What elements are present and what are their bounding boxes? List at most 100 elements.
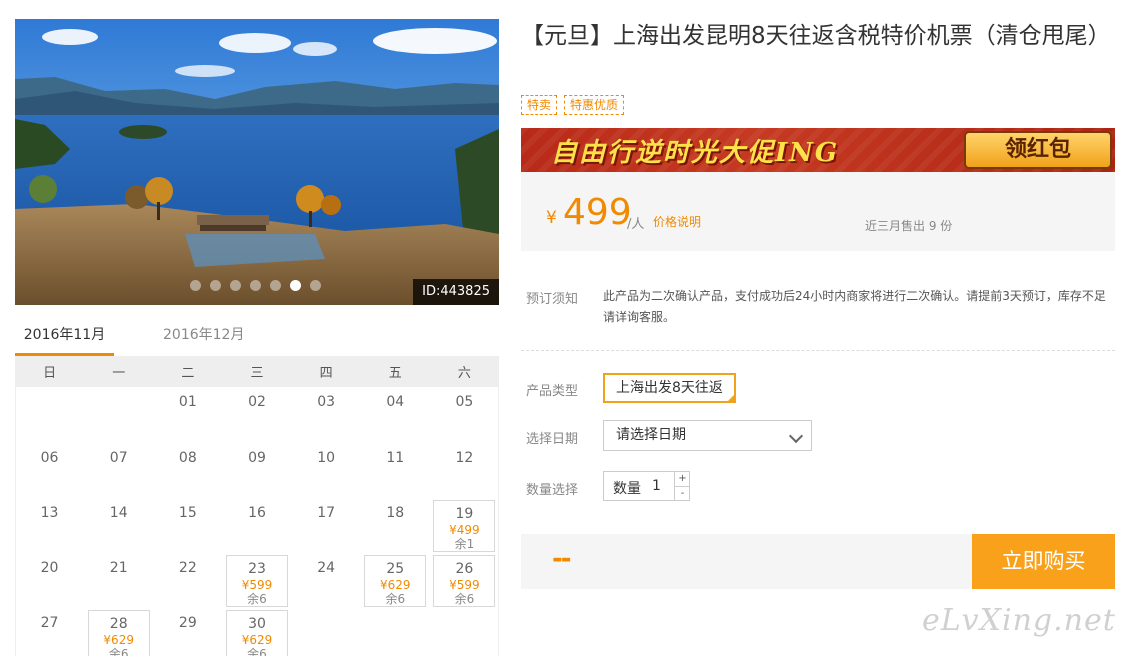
calendar-grid: 日一二三四五六 01 02 03 04 05 06 07 08 09 10 11 12 13 14 15 16… <box>15 356 499 656</box>
calendar-day: 07 <box>84 442 153 497</box>
carousel-dot[interactable] <box>230 280 241 291</box>
calendar-day-number: 15 <box>178 504 197 521</box>
chevron-down-icon <box>788 428 804 444</box>
product-type-option[interactable]: 上海出发8天往返 <box>603 373 736 403</box>
calendar-week-row: 13 14 15 16 17 18 19 ¥499 余1 <box>15 497 499 552</box>
calendar-day-number: 05 <box>455 394 474 410</box>
weekday-header: 一 <box>84 356 154 387</box>
calendar-day-number: 24 <box>317 559 336 576</box>
carousel-dot[interactable] <box>290 280 301 291</box>
quantity-value[interactable]: 1 <box>652 478 661 494</box>
calendar-day-number: 09 <box>248 449 266 466</box>
calendar-day-stock: 余1 <box>454 536 475 551</box>
photo-id-label: ID:443825 <box>413 279 499 305</box>
currency-symbol: ¥ <box>546 208 557 228</box>
calendar-day-number: 14 <box>109 504 128 521</box>
carousel-dot[interactable] <box>190 280 201 291</box>
weekday-header: 六 <box>429 356 499 387</box>
carousel-dot[interactable] <box>310 280 321 291</box>
quantity-decrease-button[interactable]: - <box>674 486 690 500</box>
calendar-day-number: 26 <box>455 560 474 577</box>
calendar-day: 27 <box>15 607 84 656</box>
calendar-day: 29 <box>153 607 222 656</box>
product-title: 【元旦】上海出发昆明8天往返含税特价机票（清仓甩尾） <box>521 23 1111 49</box>
lake-photo <box>15 19 499 305</box>
calendar-empty-cell <box>430 607 499 656</box>
selected-check-icon <box>725 393 736 403</box>
calendar-day-price: ¥629 <box>379 577 411 592</box>
buy-now-button[interactable]: 立即购买 <box>972 534 1115 589</box>
calendar-day: 16 <box>222 497 291 552</box>
calendar-day: 13 <box>15 497 84 552</box>
calendar-day: 12 <box>430 442 499 497</box>
calendar-day: 02 <box>222 387 291 442</box>
weekday-header: 三 <box>222 356 292 387</box>
carousel-dot[interactable] <box>270 280 281 291</box>
calendar-day-available[interactable]: 25 ¥629 余6 <box>361 552 430 607</box>
price-value: 499 <box>563 192 632 233</box>
calendar-day-number: 27 <box>40 614 59 631</box>
calendar-day: 10 <box>292 442 361 497</box>
product-photo-carousel[interactable]: ID:443825 <box>15 19 499 305</box>
calendar-day-available[interactable]: 23 ¥599 余6 <box>222 552 291 607</box>
calendar-day-price: ¥499 <box>449 522 480 537</box>
calendar-day: 15 <box>153 497 222 552</box>
calendar-day-number: 01 <box>178 394 197 410</box>
calendar-day-number: 29 <box>178 614 197 631</box>
calendar-week-row: 20 21 22 23 ¥599 余6 24 25 ¥629 余6 26 ¥599 余6 <box>15 552 499 607</box>
calendar-day-number: 22 <box>178 559 197 576</box>
weekday-header: 五 <box>360 356 430 387</box>
calendar-day-number: 19 <box>455 505 474 522</box>
calendar-day-number: 10 <box>317 449 336 466</box>
calendar-day-available[interactable]: 30 ¥629 余6 <box>222 607 291 656</box>
calendar-day-number: 20 <box>40 559 59 576</box>
calendar-month-tabs: 2016年11月 2016年12月 <box>15 320 499 356</box>
weekday-header: 日 <box>15 356 85 387</box>
calendar-day: 18 <box>361 497 430 552</box>
section-divider <box>521 350 1115 351</box>
tab-month-nov[interactable]: 2016年11月 <box>15 320 114 356</box>
promo-banner-text: 自由行逆时光大促ING <box>551 138 840 168</box>
carousel-dots <box>190 280 321 291</box>
calendar-day-available[interactable]: 19 ¥499 余1 <box>430 497 499 552</box>
calendar-day: 04 <box>361 387 430 442</box>
price-unit: /人 <box>627 217 645 232</box>
weekday-header: 二 <box>153 356 223 387</box>
calendar-empty-cell <box>84 387 153 442</box>
weekday-header: 四 <box>291 356 361 387</box>
promo-banner[interactable]: 自由行逆时光大促ING 领红包 <box>521 128 1115 172</box>
calendar-day-number: 17 <box>317 504 336 521</box>
calendar-day: 14 <box>84 497 153 552</box>
calendar-week-row: 06 07 08 09 10 11 12 <box>15 442 499 497</box>
get-red-packet-button[interactable]: 领红包 <box>964 131 1112 169</box>
date-select-dropdown[interactable]: 请选择日期 <box>603 420 812 451</box>
calendar-day-number: 12 <box>455 449 474 466</box>
calendar-day-number: 02 <box>248 394 266 410</box>
calendar-day-stock: 余6 <box>247 646 267 656</box>
product-tags: 特卖 特惠优质 <box>521 95 625 115</box>
calendar-day-available[interactable]: 28 ¥629 余6 <box>84 607 153 656</box>
calendar-day-number: 04 <box>386 394 405 410</box>
price-explanation-link[interactable]: 价格说明 <box>653 213 701 230</box>
date-select-placeholder: 请选择日期 <box>616 427 686 443</box>
quantity-increase-button[interactable]: + <box>674 472 690 486</box>
calendar-week-row: 27 28 ¥629 余6 29 30 ¥629 余6 <box>15 607 499 656</box>
calendar-day: 08 <box>153 442 222 497</box>
calendar-day-number: 23 <box>248 560 266 577</box>
calendar-day-number: 25 <box>386 560 405 577</box>
carousel-dot[interactable] <box>250 280 261 291</box>
booking-notice-text: 此产品为二次确认产品，支付成功后24小时内商家将进行二次确认。请提前3天预订，库… <box>603 289 1106 324</box>
calendar-day-number: 18 <box>386 504 405 521</box>
booking-notice-label: 预订须知 <box>526 292 579 307</box>
calendar-day-available[interactable]: 26 ¥599 余6 <box>430 552 499 607</box>
calendar-day-number: 03 <box>317 394 336 410</box>
date-select-label: 选择日期 <box>526 432 579 447</box>
calendar-day: 05 <box>430 387 499 442</box>
calendar-day: 21 <box>84 552 153 607</box>
quantity-stepper[interactable]: 数量 1 + - <box>603 471 690 501</box>
tab-month-dec[interactable]: 2016年12月 <box>163 320 244 356</box>
calendar-day: 24 <box>292 552 361 607</box>
calendar-weekday-row: 日一二三四五六 <box>15 356 499 387</box>
carousel-dot[interactable] <box>210 280 221 291</box>
sales-count: 近三月售出 9 份 <box>865 219 953 233</box>
